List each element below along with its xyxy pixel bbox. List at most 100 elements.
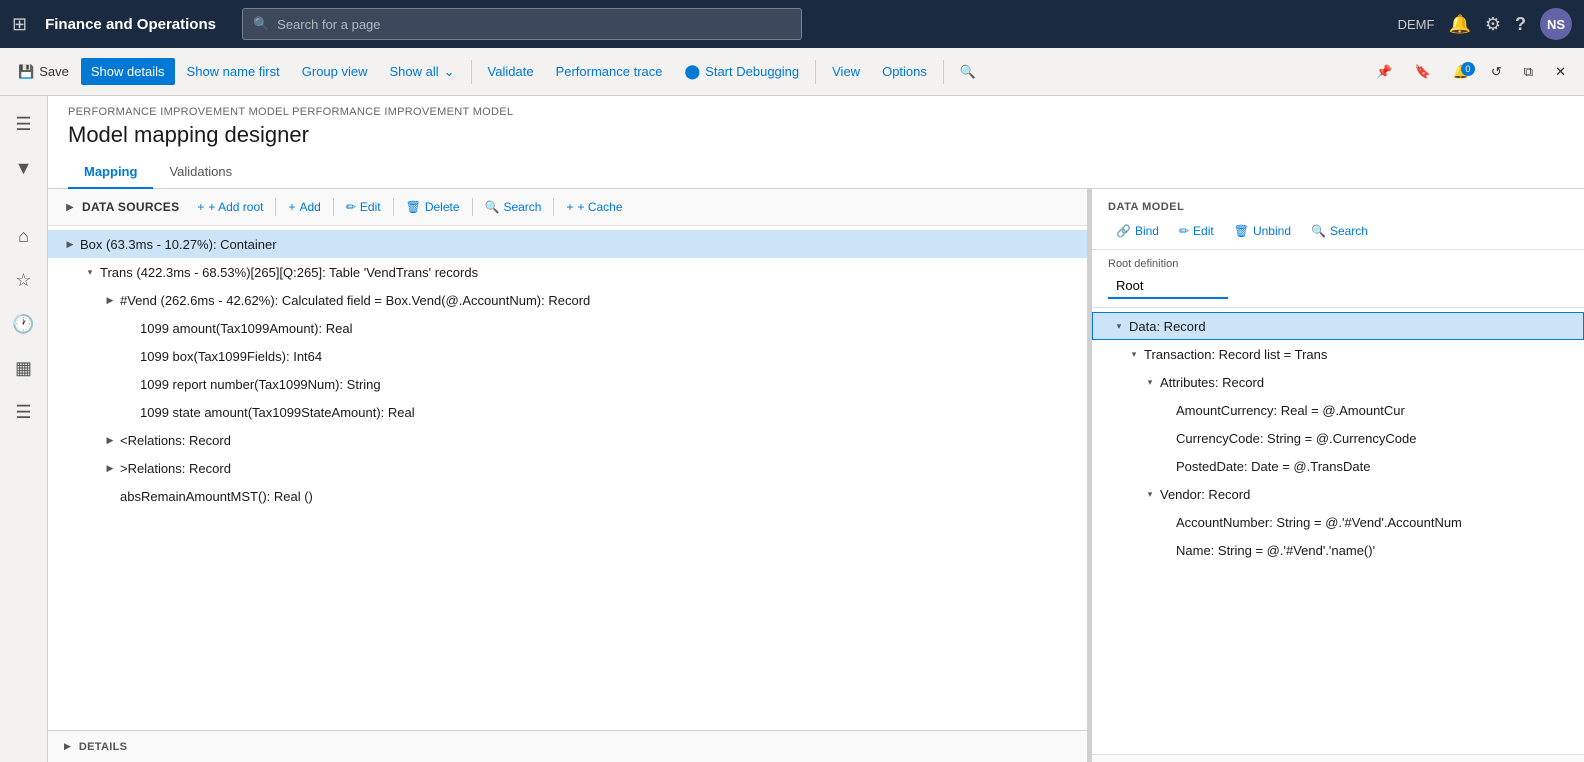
details-expand-icon[interactable]: ▶ [64,741,71,752]
add-root-button[interactable]: + + Add root [189,197,271,217]
bind-button[interactable]: 🔗 Bind [1108,221,1167,241]
left-pane: ▶ DATA SOURCES + + Add root + Add ✏ Edit [48,189,1088,762]
tree-item-1099num[interactable]: ▶ 1099 report number(Tax1099Num): String [48,370,1087,398]
bell-icon[interactable]: 🔔 [1448,14,1470,35]
dm-tree-item-attributes-text: Attributes: Record [1160,375,1264,390]
dm-tree-item-transaction-text: Transaction: Record list = Trans [1144,347,1327,362]
details-label: DETAILS [79,741,127,753]
refresh-button[interactable]: ↺ [1481,58,1512,86]
data-model-title: DATA MODEL [1108,201,1568,213]
unbind-button[interactable]: 🗑 Unbind [1226,221,1299,241]
pin-button[interactable]: 📌 [1366,58,1402,86]
expand-vend-icon[interactable]: ▶ [100,290,120,310]
sidebar-workspace-icon[interactable]: ▦ [4,348,44,388]
dm-tree-item-currencycode[interactable]: ▶ CurrencyCode: String = @.CurrencyCode [1092,424,1584,452]
tree-item-vend[interactable]: ▶ #Vend (262.6ms - 42.62%): Calculated f… [48,286,1087,314]
user-avatar[interactable]: NS [1540,8,1572,40]
tree-item-1099state[interactable]: ▶ 1099 state amount(Tax1099StateAmount):… [48,398,1087,426]
tree-item-absremain-text: absRemainAmountMST(): Real () [120,489,1075,504]
show-details-button[interactable]: Show details [81,58,175,85]
tree-item-relations-lt[interactable]: ▶ <Relations: Record [48,426,1087,454]
dm-tree-item-vendor[interactable]: ▾ Vendor: Record [1092,480,1584,508]
show-all-button[interactable]: Show all ⌄ [380,58,465,86]
add-button[interactable]: + Add [280,197,328,217]
toolbar-search-icon: 🔍 [960,64,976,80]
ds-collapse-btn[interactable]: ▶ [60,197,80,217]
sidebar-menu-icon[interactable]: ☰ [4,104,44,144]
sidebar-list-icon[interactable]: ☰ [4,392,44,432]
bookmark-button[interactable]: 🔖 [1405,58,1441,86]
validate-button[interactable]: Validate [478,58,544,85]
debug-icon: ⬤ [685,63,701,80]
nav-right: DEMF 🔔 ⚙ ? NS [1398,8,1572,40]
edit-button[interactable]: ✏ Edit [338,197,389,217]
dm-tree-item-name-text: Name: String = @.'#Vend'.'name()' [1176,543,1375,558]
expand-data-icon[interactable]: ▾ [1109,316,1129,336]
app-title: Finance and Operations [45,16,216,33]
dm-tree-item-attributes[interactable]: ▾ Attributes: Record [1092,368,1584,396]
tree-item-relations-gt[interactable]: ▶ >Relations: Record [48,454,1087,482]
global-search-bar[interactable]: 🔍 [242,8,802,40]
bookmark-icon: 🔖 [1415,64,1431,80]
dm-tree-item-posteddate[interactable]: ▶ PostedDate: Date = @.TransDate [1092,452,1584,480]
expand-box-icon[interactable]: ▶ [60,234,80,254]
search-button[interactable]: 🔍 Search [477,197,550,217]
start-debugging-button[interactable]: ⬤ Start Debugging [675,57,810,86]
dm-tree-item-amountcurrency[interactable]: ▶ AmountCurrency: Real = @.AmountCur [1092,396,1584,424]
close-button[interactable]: ✕ [1545,58,1576,86]
refresh-icon: ↺ [1491,64,1502,80]
tree-item-1099amount-text: 1099 amount(Tax1099Amount): Real [140,321,1075,336]
open-in-new-button[interactable]: ⧉ [1514,58,1543,86]
cache-button[interactable]: + + Cache [558,197,630,217]
tree-item-1099amount[interactable]: ▶ 1099 amount(Tax1099Amount): Real [48,314,1087,342]
dm-tree-item-name[interactable]: ▶ Name: String = @.'#Vend'.'name()' [1092,536,1584,564]
dm-tree-item-transaction[interactable]: ▾ Transaction: Record list = Trans [1092,340,1584,368]
toolbar: 💾 Save Show details Show name first Grou… [0,48,1584,96]
tab-validations[interactable]: Validations [153,156,248,189]
tree-item-1099num-text: 1099 report number(Tax1099Num): String [140,377,1075,392]
expand-vendor-icon[interactable]: ▾ [1140,484,1160,504]
sidebar-home-icon[interactable]: ⌂ [4,216,44,256]
delete-button[interactable]: 🗑 Delete [398,197,468,217]
tree-item-1099box-text: 1099 box(Tax1099Fields): Int64 [140,349,1075,364]
edit-icon: ✏ [346,200,356,214]
data-sources-header: ▶ DATA SOURCES + + Add root + Add ✏ Edit [48,189,1087,226]
expand-relations-lt-icon[interactable]: ▶ [100,430,120,450]
tab-mapping[interactable]: Mapping [68,156,153,189]
sidebar-recent-icon[interactable]: 🕐 [4,304,44,344]
dm-tree-item-data[interactable]: ▾ Data: Record [1092,312,1584,340]
notification-button[interactable]: 🔔 0 [1443,58,1479,86]
tree-item-trans[interactable]: ▾ Trans (422.3ms - 68.53%)[265][Q:265]: … [48,258,1087,286]
sidebar-filter-icon[interactable]: ▼ [4,148,44,188]
expand-relations-gt-icon[interactable]: ▶ [100,458,120,478]
close-icon: ✕ [1555,64,1566,80]
help-icon[interactable]: ? [1515,14,1526,35]
dm-tree-item-accountnumber[interactable]: ▶ AccountNumber: String = @.'#Vend'.Acco… [1092,508,1584,536]
options-button[interactable]: Options [872,58,937,85]
tree-item-box[interactable]: ▶ Box (63.3ms - 10.27%): Container [48,230,1087,258]
sidebar-star-icon[interactable]: ☆ [4,260,44,300]
dm-edit-button[interactable]: ✏ Edit [1171,221,1222,241]
app-grid-icon[interactable]: ⊞ [12,14,27,35]
show-all-chevron-icon: ⌄ [444,64,455,80]
toolbar-search-button[interactable]: 🔍 [950,58,986,86]
expand-transaction-icon[interactable]: ▾ [1124,344,1144,364]
tree-item-trans-text: Trans (422.3ms - 68.53%)[265][Q:265]: Ta… [100,265,1075,280]
dm-search-button[interactable]: 🔍 Search [1303,221,1376,241]
save-button[interactable]: 💾 Save [8,58,79,86]
gear-icon[interactable]: ⚙ [1485,14,1501,35]
details-bar: ▶ DETAILS [48,730,1087,762]
open-in-new-icon: ⧉ [1524,64,1533,80]
view-button[interactable]: View [822,58,870,85]
main-layout: ☰ ▼ ⌂ ☆ 🕐 ▦ ☰ PERFORMANCE IMPROVEMENT MO… [0,96,1584,762]
expand-trans-icon[interactable]: ▾ [80,262,100,282]
group-view-button[interactable]: Group view [292,58,378,85]
tree-item-absremain[interactable]: ▶ absRemainAmountMST(): Real () [48,482,1087,510]
performance-trace-button[interactable]: Performance trace [546,58,673,85]
show-name-first-button[interactable]: Show name first [177,58,290,85]
dm-scrollbar-area [1092,754,1584,762]
global-search-input[interactable] [277,17,791,32]
expand-attributes-icon[interactable]: ▾ [1140,372,1160,392]
tree-item-1099box[interactable]: ▶ 1099 box(Tax1099Fields): Int64 [48,342,1087,370]
dm-tree-item-accountnumber-text: AccountNumber: String = @.'#Vend'.Accoun… [1176,515,1462,530]
